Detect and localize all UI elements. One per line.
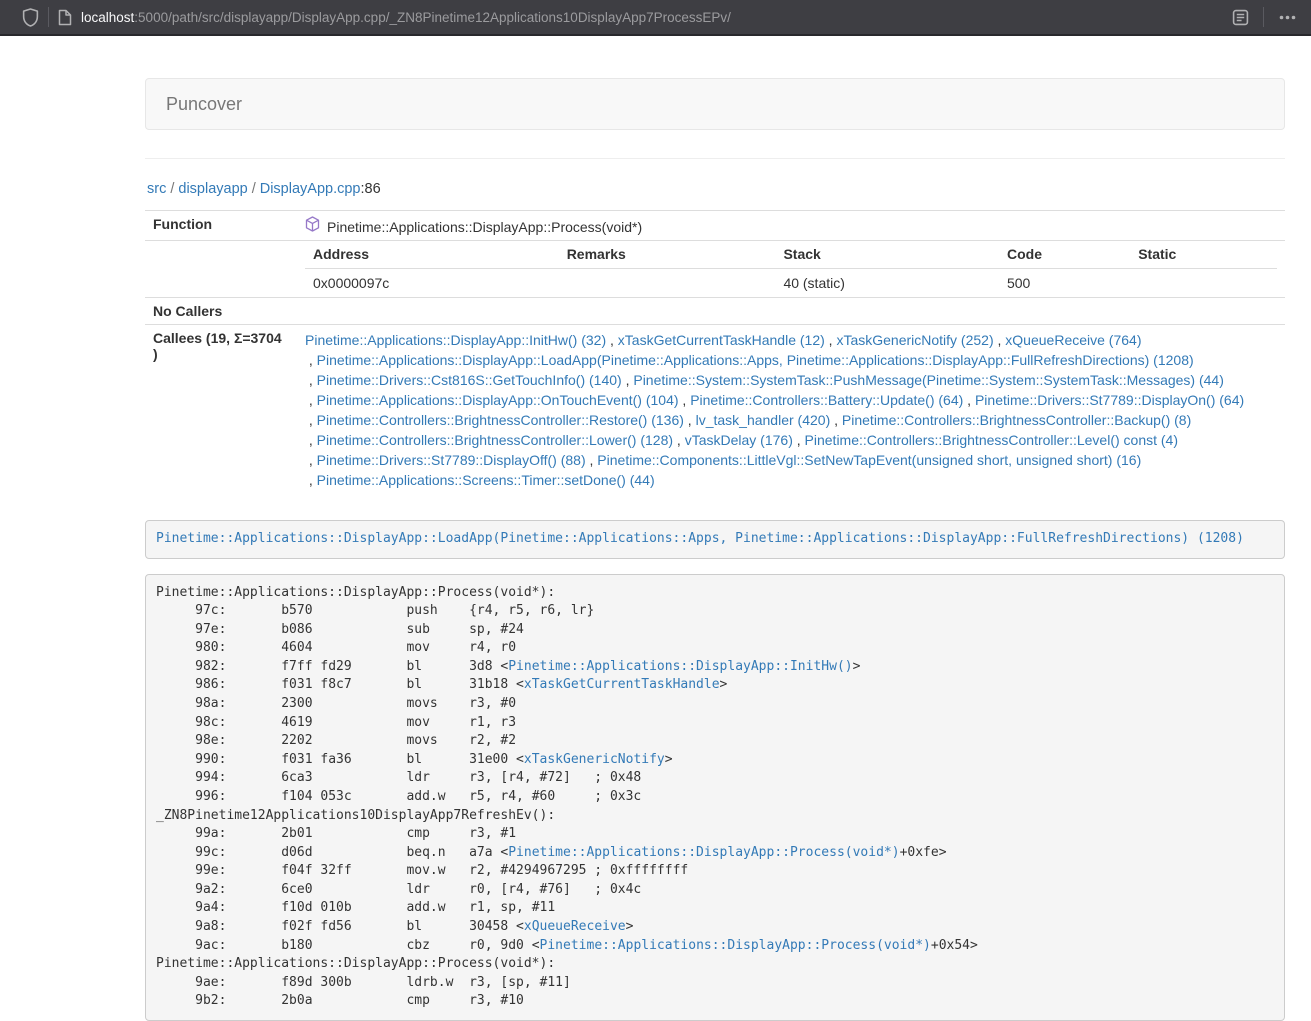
stack-value: 40 (static): [775, 269, 999, 298]
callees-list: Pinetime::Applications::DisplayApp::Init…: [297, 325, 1285, 496]
callee-separator: ,: [684, 412, 696, 428]
callee-separator: ,: [994, 332, 1006, 348]
callee-link[interactable]: Pinetime::Applications::Screens::Timer::…: [317, 472, 655, 488]
callee-link[interactable]: vTaskDelay (176): [685, 432, 793, 448]
asm-symbol-link[interactable]: Pinetime::Applications::DisplayApp::Proc…: [508, 845, 899, 860]
url-bar[interactable]: localhost:5000/path/src/displayapp/Displ…: [58, 2, 1226, 32]
callee-separator: ,: [673, 432, 685, 448]
asm-symbol-link[interactable]: xQueueReceive: [524, 919, 626, 934]
url-text: localhost:5000/path/src/displayapp/Displ…: [81, 10, 731, 25]
reader-mode-icon[interactable]: [1226, 3, 1254, 31]
callee-link[interactable]: Pinetime::Controllers::BrightnessControl…: [317, 412, 684, 428]
function-row-label: Function: [145, 211, 297, 241]
details-value-row: 0x0000097c 40 (static) 500: [305, 269, 1277, 298]
breadcrumb-line-number: :86: [360, 181, 380, 197]
asm-symbol-link[interactable]: xTaskGenericNotify: [524, 752, 665, 767]
callee-link[interactable]: Pinetime::Applications::DisplayApp::Load…: [317, 352, 1194, 368]
function-table: Function Pinetime::Applications::Display…: [145, 210, 1285, 495]
url-host: localhost: [81, 10, 134, 25]
snippet-block: Pinetime::Applications::DisplayApp::Load…: [145, 520, 1285, 559]
callee-separator: ,: [825, 332, 837, 348]
callee-separator: ,: [305, 352, 317, 368]
column-header-stack: Stack: [775, 241, 999, 269]
column-header-remarks: Remarks: [559, 241, 776, 269]
details-row: Address Remarks Stack Code Static 0x0000…: [145, 241, 1285, 298]
function-details-table: Address Remarks Stack Code Static 0x0000…: [305, 241, 1277, 297]
breadcrumb-separator: /: [166, 181, 178, 197]
page-icon[interactable]: [58, 9, 72, 26]
shield-icon[interactable]: [22, 8, 39, 27]
callee-separator: ,: [305, 452, 317, 468]
divider: [145, 158, 1285, 159]
static-value: [1130, 269, 1277, 298]
callee-separator: ,: [679, 392, 691, 408]
browser-toolbar: localhost:5000/path/src/displayapp/Displ…: [0, 0, 1311, 36]
callees-label: Callees (19, Σ=3704 ): [145, 325, 297, 496]
asm-symbol-link[interactable]: Pinetime::Applications::DisplayApp::Init…: [508, 659, 852, 674]
column-header-static: Static: [1130, 241, 1277, 269]
asm-symbol-link[interactable]: xTaskGetCurrentTaskHandle: [524, 677, 720, 692]
callee-separator: ,: [606, 332, 618, 348]
breadcrumb-link-displayapp[interactable]: displayapp: [178, 181, 247, 197]
callee-link[interactable]: lv_task_handler (420): [696, 412, 831, 428]
toolbar-divider: [1263, 7, 1264, 27]
no-callers-row: No Callers: [145, 298, 1285, 325]
assembly-block: Pinetime::Applications::DisplayApp::Proc…: [145, 574, 1285, 1021]
breadcrumb-link-file[interactable]: DisplayApp.cpp: [260, 181, 361, 197]
callee-separator: ,: [305, 392, 317, 408]
callees-row: Callees (19, Σ=3704 ) Pinetime::Applicat…: [145, 325, 1285, 496]
callee-link[interactable]: Pinetime::Drivers::St7789::DisplayOn() (…: [975, 392, 1244, 408]
brand-link[interactable]: Puncover: [166, 94, 242, 115]
callee-link[interactable]: Pinetime::Components::LittleVgl::SetNewT…: [597, 452, 1141, 468]
remarks-value: [559, 269, 776, 298]
callee-separator: ,: [305, 412, 317, 428]
breadcrumb-link-src[interactable]: src: [147, 181, 166, 197]
callee-link[interactable]: Pinetime::Applications::DisplayApp::Init…: [305, 332, 606, 348]
callee-separator: ,: [963, 392, 975, 408]
url-path: :5000/path/src/displayapp/DisplayApp.cpp…: [134, 10, 731, 25]
breadcrumb-separator: /: [248, 181, 260, 197]
toolbar-divider: [48, 7, 49, 27]
breadcrumb: src/displayapp/DisplayApp.cpp:86: [147, 181, 1285, 197]
callee-link[interactable]: Pinetime::Controllers::BrightnessControl…: [805, 432, 1178, 448]
function-row: Function Pinetime::Applications::Display…: [145, 211, 1285, 241]
function-name: Pinetime::Applications::DisplayApp::Proc…: [327, 219, 642, 235]
navbar: Puncover: [145, 78, 1285, 130]
callee-link[interactable]: xTaskGenericNotify (252): [836, 332, 993, 348]
callee-separator: ,: [830, 412, 842, 428]
code-value: 500: [999, 269, 1130, 298]
address-value: 0x0000097c: [305, 269, 559, 298]
package-icon: [305, 216, 320, 235]
page-content: Puncover src/displayapp/DisplayApp.cpp:8…: [145, 78, 1285, 1021]
column-header-code: Code: [999, 241, 1130, 269]
callee-link[interactable]: xQueueReceive (764): [1005, 332, 1141, 348]
callee-link[interactable]: Pinetime::Controllers::Battery::Update()…: [690, 392, 963, 408]
details-header-row: Address Remarks Stack Code Static: [305, 241, 1277, 269]
no-callers-label: No Callers: [145, 298, 297, 325]
callee-link[interactable]: xTaskGetCurrentTaskHandle (12): [618, 332, 825, 348]
callee-link[interactable]: Pinetime::Controllers::BrightnessControl…: [317, 432, 673, 448]
callee-link[interactable]: Pinetime::Controllers::BrightnessControl…: [842, 412, 1191, 428]
callee-separator: ,: [793, 432, 805, 448]
callee-link[interactable]: Pinetime::Applications::DisplayApp::OnTo…: [317, 392, 679, 408]
callee-link[interactable]: Pinetime::Drivers::Cst816S::GetTouchInfo…: [317, 372, 622, 388]
callee-separator: ,: [305, 432, 317, 448]
callee-separator: ,: [586, 452, 598, 468]
column-header-address: Address: [305, 241, 559, 269]
snippet-link[interactable]: Pinetime::Applications::DisplayApp::Load…: [156, 531, 1244, 546]
callee-separator: ,: [305, 472, 317, 488]
callee-link[interactable]: Pinetime::System::SystemTask::PushMessag…: [633, 372, 1224, 388]
callee-separator: ,: [622, 372, 634, 388]
asm-symbol-link[interactable]: Pinetime::Applications::DisplayApp::Proc…: [540, 938, 931, 953]
callee-separator: ,: [305, 372, 317, 388]
callee-link[interactable]: Pinetime::Drivers::St7789::DisplayOff() …: [317, 452, 586, 468]
menu-ellipsis-icon[interactable]: [1273, 3, 1301, 31]
